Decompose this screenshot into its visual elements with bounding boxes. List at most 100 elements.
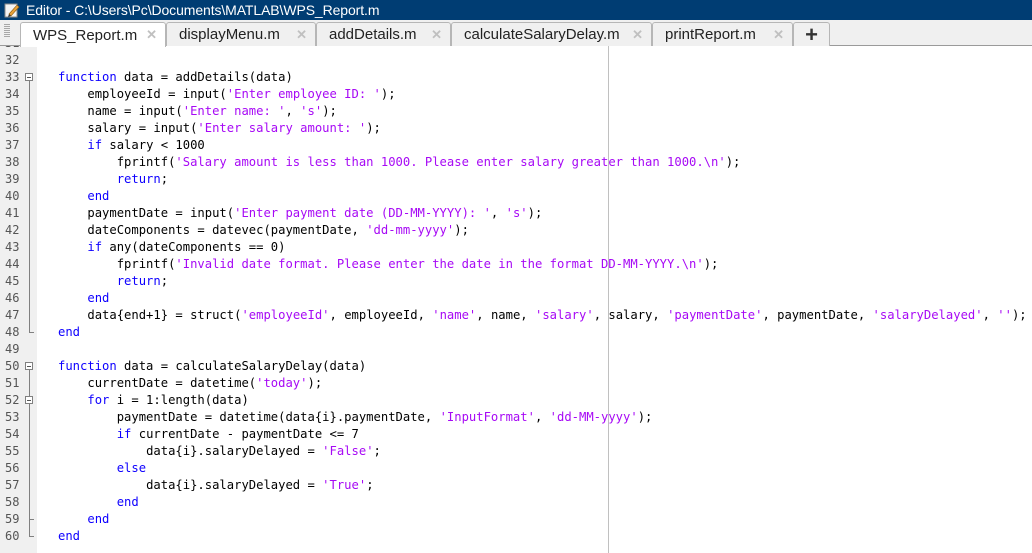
code-text[interactable]: end — [58, 290, 109, 307]
string-token: 'Enter name: ' — [182, 104, 286, 118]
keyword-token: else — [116, 461, 147, 475]
code-text[interactable]: data{i}.salaryDelayed = 'True'; — [58, 477, 373, 494]
code-text[interactable]: data{end+1} = struct('employeeId', emplo… — [58, 307, 1026, 324]
fold-indicator[interactable] — [25, 358, 34, 375]
code-token: currentDate - paymentDate <= 7 — [131, 427, 359, 441]
code-text[interactable]: end — [58, 511, 109, 528]
code-text[interactable]: fprintf('Salary amount is less than 1000… — [58, 154, 741, 171]
line-number[interactable]: 56 — [5, 460, 23, 477]
code-text[interactable]: end — [58, 494, 139, 511]
line-number[interactable]: 54 — [5, 426, 23, 443]
code-text[interactable]: employeeId = input('Enter employee ID: '… — [58, 86, 395, 103]
code-text[interactable]: data{i}.salaryDelayed = 'False'; — [58, 443, 381, 460]
fold-indicator — [25, 290, 34, 307]
line-number[interactable]: 35 — [5, 103, 23, 120]
code-text[interactable]: paymentDate = input('Enter payment date … — [58, 205, 542, 222]
code-text[interactable]: return; — [58, 171, 168, 188]
line-number[interactable]: 33 — [5, 69, 23, 86]
code-text[interactable]: end — [58, 528, 80, 545]
tab-label: WPS_Report.m — [33, 26, 138, 44]
line-number[interactable]: 53 — [5, 409, 23, 426]
code-text[interactable]: currentDate = datetime('today'); — [58, 375, 322, 392]
code-editor[interactable]: 31 end3233function data = addDetails(dat… — [0, 46, 1032, 553]
fold-indicator — [25, 52, 34, 69]
collapse-minus-icon[interactable] — [25, 362, 33, 370]
code-token: fprintf( — [116, 257, 176, 271]
code-text[interactable]: name = input('Enter name: ', 's'); — [58, 103, 337, 120]
line-number[interactable]: 55 — [5, 443, 23, 460]
code-text[interactable]: for i = 1:length(data) — [58, 392, 248, 409]
string-token: 's' — [505, 206, 528, 220]
close-x-icon[interactable]: ✕ — [431, 28, 442, 41]
code-text[interactable]: return; — [58, 273, 168, 290]
line-number[interactable]: 43 — [5, 239, 23, 256]
code-text[interactable]: if any(dateComponents == 0) — [58, 239, 285, 256]
close-x-icon[interactable]: ✕ — [632, 28, 643, 41]
code-token: dateComponents = datevec(paymentDate, — [87, 223, 367, 237]
line-number[interactable]: 60 — [5, 528, 23, 545]
fold-indicator — [25, 154, 34, 171]
editor-tab-bar: WPS_Report.m ✕ displayMenu.m ✕ addDetail… — [0, 20, 1032, 47]
tab-add-details[interactable]: addDetails.m ✕ — [316, 22, 451, 46]
close-x-icon[interactable]: ✕ — [146, 28, 157, 41]
line-number[interactable]: 41 — [5, 205, 23, 222]
tab-label: calculateSalaryDelay.m — [464, 26, 620, 43]
code-text[interactable]: function data = calculateSalaryDelay(dat… — [58, 358, 366, 375]
right-margin-line — [608, 46, 609, 553]
fold-indicator[interactable] — [25, 392, 34, 409]
add-tab-button[interactable]: + — [793, 22, 830, 47]
code-text[interactable]: paymentDate = datetime(data{i}.paymentDa… — [58, 409, 653, 426]
code-text[interactable]: end — [58, 188, 109, 205]
drag-grip-icon[interactable] — [4, 24, 10, 38]
line-number[interactable]: 47 — [5, 307, 23, 324]
line-number[interactable]: 52 — [5, 392, 23, 409]
line-number[interactable]: 48 — [5, 324, 23, 341]
line-number[interactable]: 39 — [5, 171, 23, 188]
line-number[interactable]: 40 — [5, 188, 23, 205]
tab-print-report[interactable]: printReport.m ✕ — [652, 22, 793, 46]
fold-indicator — [25, 426, 34, 443]
line-number[interactable]: 37 — [5, 137, 23, 154]
line-number[interactable]: 50 — [5, 358, 23, 375]
fold-indicator — [25, 511, 34, 528]
fold-indicator[interactable] — [25, 69, 34, 86]
line-number[interactable]: 44 — [5, 256, 23, 273]
close-x-icon[interactable]: ✕ — [773, 28, 784, 41]
line-number[interactable]: 57 — [5, 477, 23, 494]
line-number[interactable]: 32 — [5, 52, 23, 69]
keyword-token: end — [87, 291, 110, 305]
code-text[interactable]: salary = input('Enter salary amount: '); — [58, 120, 381, 137]
line-number[interactable]: 51 — [5, 375, 23, 392]
fold-indicator — [25, 528, 34, 545]
code-text[interactable]: else — [58, 460, 146, 477]
line-number[interactable]: 34 — [5, 86, 23, 103]
fold-indicator — [25, 494, 34, 511]
tab-calculate-salary-delay[interactable]: calculateSalaryDelay.m ✕ — [451, 22, 652, 46]
fold-indicator — [25, 324, 34, 341]
line-number[interactable]: 46 — [5, 290, 23, 307]
code-token: data = calculateSalaryDelay(data) — [116, 359, 367, 373]
code-text[interactable]: if salary < 1000 — [58, 137, 204, 154]
line-number[interactable]: 38 — [5, 154, 23, 171]
line-number[interactable]: 45 — [5, 273, 23, 290]
keyword-token: end — [87, 189, 110, 203]
line-number[interactable]: 49 — [5, 341, 23, 358]
collapse-minus-icon[interactable] — [25, 396, 33, 404]
code-token: ); — [322, 104, 337, 118]
close-x-icon[interactable]: ✕ — [296, 28, 307, 41]
code-text[interactable]: function data = addDetails(data) — [58, 69, 293, 86]
code-text[interactable]: end — [58, 324, 80, 341]
tab-label: addDetails.m — [329, 26, 417, 43]
code-text[interactable]: fprintf('Invalid date format. Please ent… — [58, 256, 719, 273]
code-text[interactable]: if currentDate - paymentDate <= 7 — [58, 426, 359, 443]
line-number[interactable]: 42 — [5, 222, 23, 239]
fold-indicator — [25, 477, 34, 494]
line-number[interactable]: 59 — [5, 511, 23, 528]
line-number[interactable]: 36 — [5, 120, 23, 137]
tab-wps-report[interactable]: WPS_Report.m ✕ — [20, 22, 166, 47]
fold-indicator — [25, 256, 34, 273]
tab-display-menu[interactable]: displayMenu.m ✕ — [166, 22, 316, 46]
line-number[interactable]: 58 — [5, 494, 23, 511]
code-text[interactable]: dateComponents = datevec(paymentDate, 'd… — [58, 222, 469, 239]
collapse-minus-icon[interactable] — [25, 73, 33, 81]
